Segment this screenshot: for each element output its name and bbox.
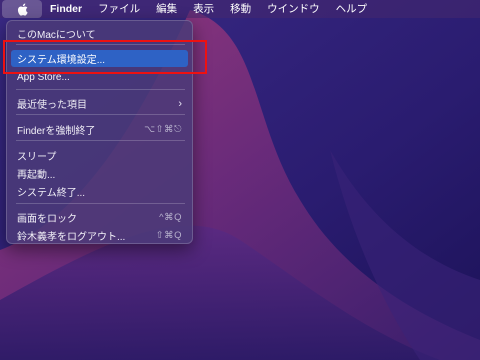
chevron-right-icon: › [178, 97, 182, 110]
menu-item-lock-screen[interactable]: 画面をロック ^⌘Q [11, 209, 188, 226]
menu-item-shortcut: ⌥⇧⌘⎋ [144, 124, 182, 135]
menu-separator [16, 114, 185, 115]
menu-item-label: スリープ [17, 152, 57, 163]
menu-item-label: 最近使った項目 [17, 100, 87, 111]
menu-item-log-out[interactable]: 鈴木義孝をログアウト... ⇧⌘Q [11, 227, 188, 244]
menu-separator [16, 140, 185, 141]
menu-edit[interactable]: 編集 [148, 0, 185, 18]
menu-item-sleep[interactable]: スリープ [11, 147, 188, 164]
menu-go[interactable]: 移動 [222, 0, 259, 18]
apple-logo-icon [17, 3, 28, 16]
menu-item-label: Finderを強制終了 [17, 126, 96, 137]
menu-window[interactable]: ウインドウ [259, 0, 328, 18]
apple-menu-button[interactable] [2, 0, 42, 18]
annotation-highlight-box [3, 40, 207, 74]
menu-item-label: 再起動... [17, 170, 56, 181]
menu-separator [16, 203, 185, 204]
menu-item-shut-down[interactable]: システム終了... [11, 183, 188, 200]
menu-item-label: 画面をロック [17, 214, 77, 225]
menu-file[interactable]: ファイル [90, 0, 148, 18]
menu-item-label: システム終了... [17, 188, 86, 199]
menu-finder[interactable]: Finder [42, 0, 90, 18]
menu-item-shortcut: ⇧⌘Q [155, 230, 182, 241]
menu-item-recent-items[interactable]: 最近使った項目 › [11, 95, 188, 112]
menu-item-label: このMacについて [17, 30, 96, 41]
menu-item-restart[interactable]: 再起動... [11, 165, 188, 182]
menu-view[interactable]: 表示 [185, 0, 222, 18]
menu-item-force-quit[interactable]: Finderを強制終了 ⌥⇧⌘⎋ [11, 121, 188, 138]
menu-item-shortcut: ^⌘Q [159, 212, 182, 223]
menu-bar: Finder ファイル 編集 表示 移動 ウインドウ ヘルプ [0, 0, 480, 18]
menu-item-label: 鈴木義孝をログアウト... [17, 232, 126, 243]
menu-separator [16, 89, 185, 90]
menu-help[interactable]: ヘルプ [328, 0, 376, 18]
